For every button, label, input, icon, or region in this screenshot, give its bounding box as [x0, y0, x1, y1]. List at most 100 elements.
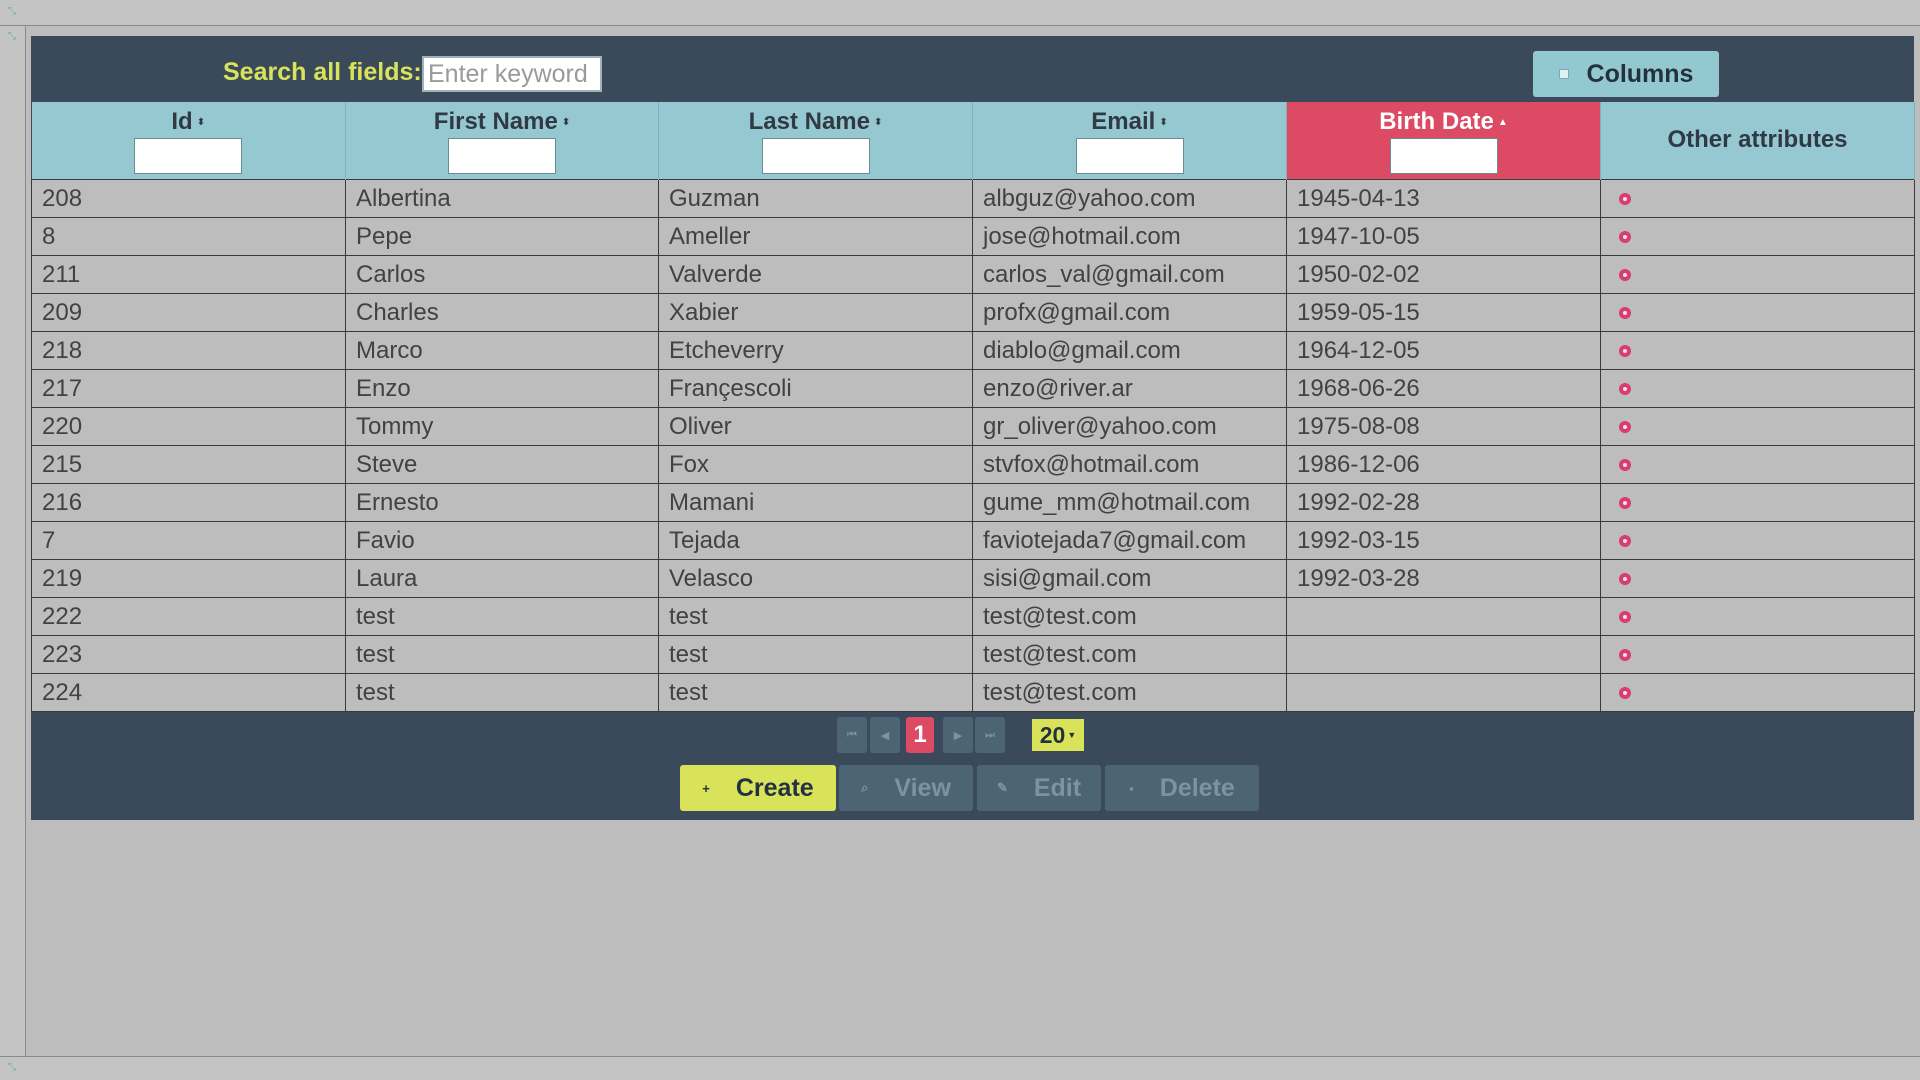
- expand-details-icon[interactable]: [1619, 687, 1631, 700]
- cell-last-name: test: [658, 673, 973, 712]
- cell-other-attributes: [1600, 521, 1915, 560]
- cell-last-name: Oliver: [658, 407, 973, 446]
- expand-details-icon[interactable]: [1619, 497, 1631, 510]
- table-row[interactable]: 219 Laura Velasco sisi@gmail.com 1992-03-28: [31, 559, 1915, 598]
- filter-input-last-name[interactable]: [761, 138, 870, 174]
- cell-last-name: Mamani: [658, 483, 973, 522]
- create-button[interactable]: + Create: [680, 765, 836, 811]
- table-row[interactable]: 208 Albertina Guzman albguz@yahoo.com 1945-0…: [31, 179, 1915, 218]
- window-frame-left: ⤡: [0, 26, 26, 1056]
- cell-last-name: Velasco: [658, 559, 973, 598]
- cell-first-name: Laura: [345, 559, 659, 598]
- column-header-last-name[interactable]: Last Name ⬍: [658, 102, 973, 180]
- view-button[interactable]: ⌕ View: [839, 765, 973, 811]
- sort-icon: ⬍: [874, 117, 883, 129]
- last-page-icon[interactable]: ⏭: [975, 717, 1005, 753]
- first-page-icon[interactable]: ⏮: [837, 717, 867, 753]
- cell-other-attributes: [1600, 293, 1915, 332]
- column-header-email[interactable]: Email ⬍: [972, 102, 1287, 180]
- current-page-button[interactable]: 1: [906, 717, 934, 753]
- table-row[interactable]: 215 Steve Fox stvfox@hotmail.com 1986-12-06: [31, 445, 1915, 484]
- filter-input-birth-date[interactable]: [1389, 138, 1498, 174]
- edit-button[interactable]: ✎ Edit: [977, 765, 1101, 811]
- cell-last-name: Valverde: [658, 255, 973, 294]
- cell-first-name: Carlos: [345, 255, 659, 294]
- table-row[interactable]: 220 Tommy Oliver gr_oliver@yahoo.com 1975-08…: [31, 407, 1915, 446]
- cell-last-name: Fox: [658, 445, 973, 484]
- expand-details-icon[interactable]: [1619, 383, 1631, 396]
- table-row[interactable]: 211 Carlos Valverde carlos_val@gmail.com 195…: [31, 255, 1915, 294]
- expand-details-icon[interactable]: [1619, 573, 1631, 586]
- cell-email: test@test.com: [972, 597, 1287, 636]
- table-row[interactable]: 218 Marco Etcheverry diablo@gmail.com 1964-1…: [31, 331, 1915, 370]
- table-row[interactable]: 216 Ernesto Mamani gume_mm@hotmail.com 1992-…: [31, 483, 1915, 522]
- expand-details-icon[interactable]: [1619, 193, 1631, 206]
- column-header-birth-date[interactable]: Birth Date ▲: [1286, 102, 1601, 180]
- table-row[interactable]: 224 test test test@test.com: [31, 673, 1915, 712]
- search-icon: ⌕: [861, 780, 869, 795]
- column-header-label: Email: [1091, 108, 1156, 135]
- column-header-id[interactable]: Id ⬍: [31, 102, 346, 180]
- cell-birth-date: 1964-12-05: [1286, 331, 1601, 370]
- expand-details-icon[interactable]: [1619, 649, 1631, 662]
- column-header-label: Id: [171, 108, 193, 135]
- cell-email: test@test.com: [972, 673, 1287, 712]
- search-input[interactable]: [422, 56, 602, 92]
- resize-handle-icon[interactable]: ⤡: [6, 31, 18, 43]
- cell-first-name: test: [345, 597, 659, 636]
- table-row[interactable]: 223 test test test@test.com: [31, 635, 1915, 674]
- expand-details-icon[interactable]: [1619, 459, 1631, 472]
- cell-other-attributes: [1600, 597, 1915, 636]
- cell-birth-date: 1992-03-28: [1286, 559, 1601, 598]
- pencil-icon: ✎: [996, 780, 1008, 795]
- cell-other-attributes: [1600, 331, 1915, 370]
- cell-email: diablo@gmail.com: [972, 331, 1287, 370]
- table-row[interactable]: 209 Charles Xabier profx@gmail.com 1959-05-1…: [31, 293, 1915, 332]
- columns-button[interactable]: Columns: [1533, 51, 1719, 97]
- table-row[interactable]: 7 Favio Tejada faviotejada7@gmail.com 1992-0…: [31, 521, 1915, 560]
- cell-birth-date: [1286, 597, 1601, 636]
- expand-details-icon[interactable]: [1619, 231, 1631, 244]
- expand-details-icon[interactable]: [1619, 269, 1631, 282]
- cell-first-name: Ernesto: [345, 483, 659, 522]
- resize-handle-icon[interactable]: ⤡: [6, 1062, 18, 1074]
- table-row[interactable]: 217 Enzo Françescoli enzo@river.ar 1968-06-2…: [31, 369, 1915, 408]
- cell-other-attributes: [1600, 483, 1915, 522]
- column-header-label: Other attributes: [1667, 126, 1848, 153]
- cell-other-attributes: [1600, 673, 1915, 712]
- table-row[interactable]: 8 Pepe Ameller jose@hotmail.com 1947-10-05: [31, 217, 1915, 256]
- cell-birth-date: 1945-04-13: [1286, 179, 1601, 218]
- cell-first-name: Steve: [345, 445, 659, 484]
- cell-email: enzo@river.ar: [972, 369, 1287, 408]
- filter-input-first-name[interactable]: [448, 138, 556, 174]
- cell-other-attributes: [1600, 369, 1915, 408]
- sort-ascending-icon: ▲: [1497, 117, 1508, 129]
- cell-email: jose@hotmail.com: [972, 217, 1287, 256]
- cell-first-name: test: [345, 673, 659, 712]
- filter-input-email[interactable]: [1075, 138, 1184, 174]
- cell-first-name: Charles: [345, 293, 659, 332]
- column-header-first-name[interactable]: First Name ⬍: [345, 102, 659, 180]
- column-header-label: Birth Date: [1379, 108, 1494, 135]
- cell-email: stvfox@hotmail.com: [972, 445, 1287, 484]
- expand-details-icon[interactable]: [1619, 307, 1631, 320]
- expand-details-icon[interactable]: [1619, 345, 1631, 358]
- plus-icon: +: [702, 780, 710, 796]
- filter-input-id[interactable]: [134, 138, 243, 174]
- resize-handle-icon[interactable]: ⤡: [6, 6, 18, 18]
- cell-birth-date: [1286, 673, 1601, 712]
- previous-page-icon[interactable]: ◀: [870, 717, 900, 753]
- expand-details-icon[interactable]: [1619, 421, 1631, 434]
- cell-first-name: Tommy: [345, 407, 659, 446]
- search-label: Search all fields:: [223, 58, 422, 86]
- data-table: Id ⬍ First Name ⬍ Last Name ⬍ Email ⬍ Bi…: [31, 102, 1915, 712]
- next-page-icon[interactable]: ▶: [943, 717, 973, 753]
- expand-details-icon[interactable]: [1619, 611, 1631, 624]
- page-size-select[interactable]: 20 ▼: [1032, 719, 1084, 751]
- expand-details-icon[interactable]: [1619, 535, 1631, 548]
- table-row[interactable]: 222 test test test@test.com: [31, 597, 1915, 636]
- delete-button[interactable]: ▪ Delete: [1105, 765, 1259, 811]
- cell-id: 222: [31, 597, 346, 636]
- cell-id: 219: [31, 559, 346, 598]
- cell-birth-date: 1959-05-15: [1286, 293, 1601, 332]
